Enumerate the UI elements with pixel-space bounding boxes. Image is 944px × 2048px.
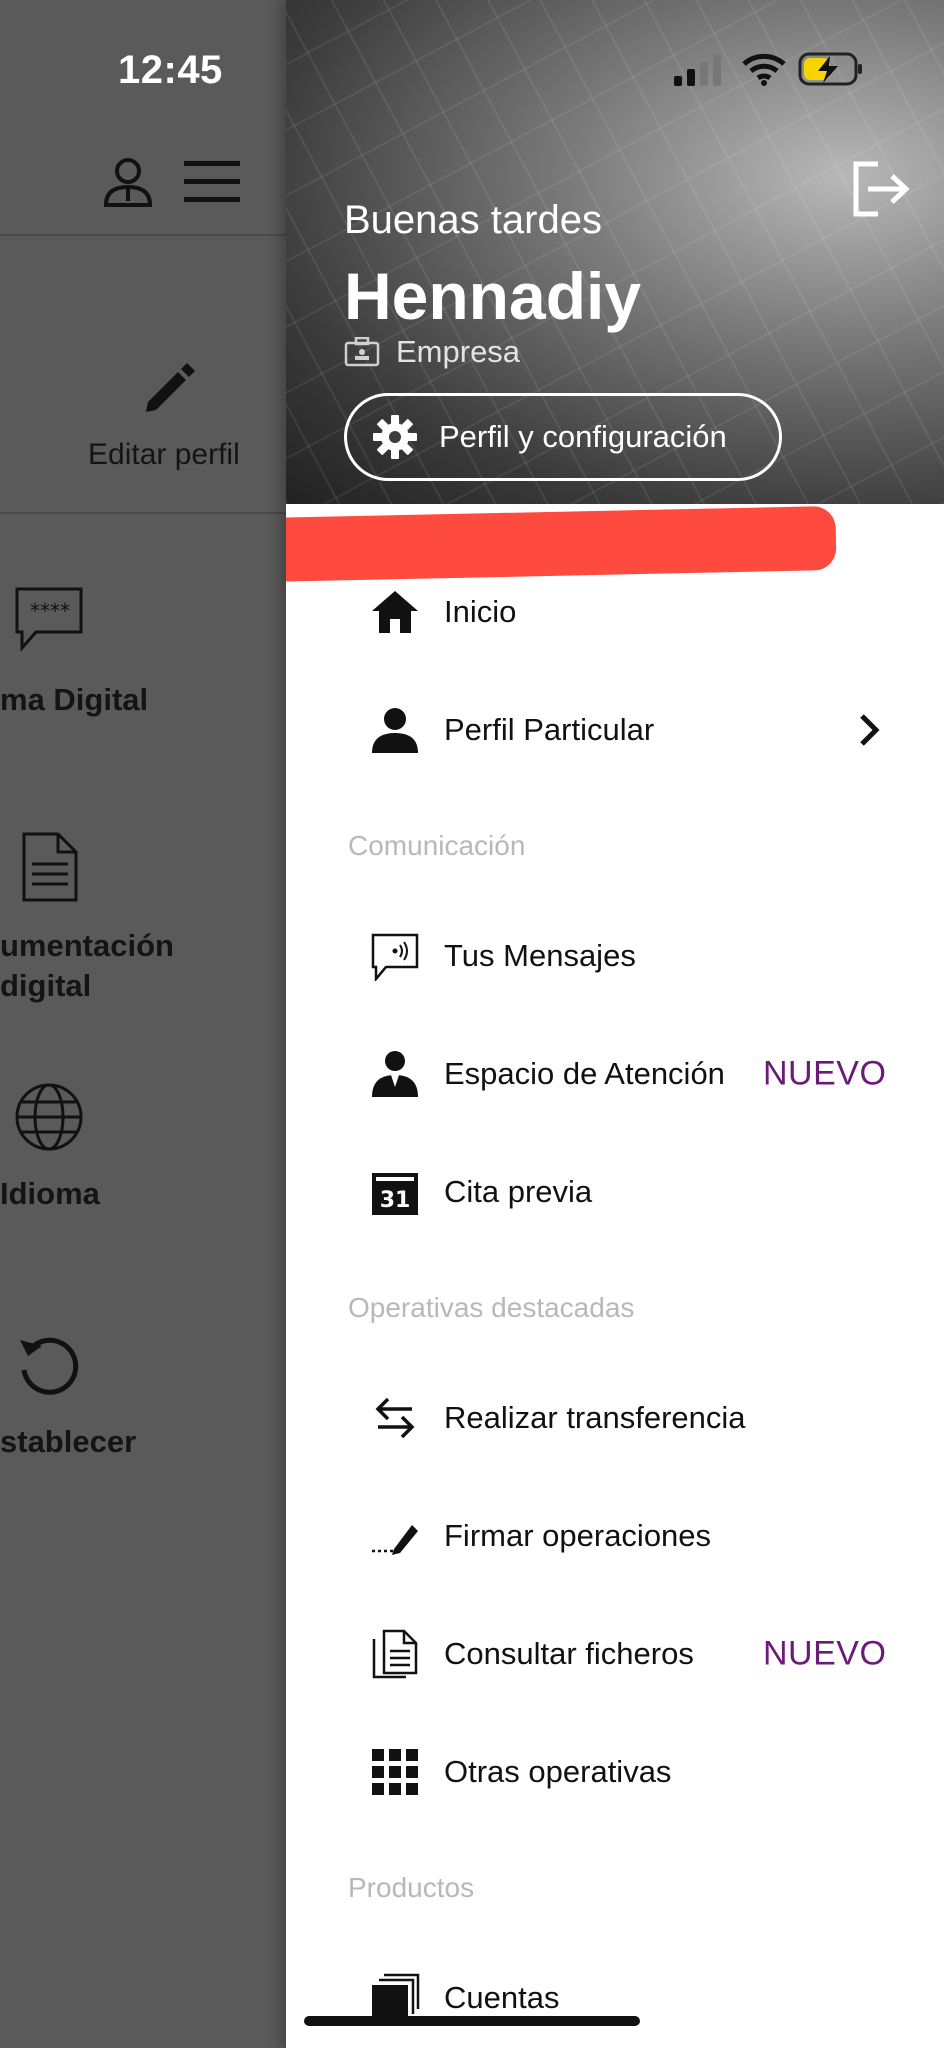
wifi-icon xyxy=(742,53,786,86)
menu-item-espacio-atencion[interactable]: Espacio de Atención NUEVO xyxy=(286,1026,944,1122)
gear-icon xyxy=(373,415,417,459)
files-icon xyxy=(372,1629,418,1679)
menu-label-otras-operativas: Otras operativas xyxy=(444,1754,672,1789)
menu-label-tus-mensajes: Tus Mensajes xyxy=(444,938,636,973)
transfer-arrows-icon xyxy=(375,1397,415,1439)
edit-profile-label: Editar perfil xyxy=(88,438,240,471)
profile-settings-button[interactable]: Perfil y configuración xyxy=(344,393,782,481)
menu-item-otras-operativas[interactable]: Otras operativas xyxy=(286,1724,944,1820)
section-title-operativas: Operativas destacadas xyxy=(348,1292,635,1323)
grid-icon xyxy=(372,1749,418,1795)
background-item-documentation-line2: digital xyxy=(0,968,92,1003)
signature-pen-icon xyxy=(372,1525,418,1555)
new-badge: NUEVO xyxy=(763,1634,887,1673)
menu-label-consultar-ficheros: Consultar ficheros xyxy=(444,1636,694,1671)
background-item-documentation-line1: umentación xyxy=(0,928,174,963)
background-item-reset: stablecer xyxy=(0,1424,137,1459)
menu-item-tus-mensajes[interactable]: Tus Mensajes xyxy=(286,908,944,1004)
reset-icon xyxy=(20,1337,79,1395)
menu-item-firmar-operaciones[interactable]: Firmar operaciones xyxy=(286,1488,944,1584)
pencil-icon xyxy=(146,363,195,412)
status-time: 12:45 xyxy=(118,48,223,92)
home-icon xyxy=(372,591,418,633)
battery-charging-icon xyxy=(798,52,862,86)
message-icon xyxy=(371,933,419,981)
menu-label-inicio: Inicio xyxy=(444,594,517,629)
section-title-comunicacion: Comunicación xyxy=(348,830,526,861)
menu-label-perfil-particular: Perfil Particular xyxy=(444,712,655,747)
new-badge: NUEVO xyxy=(763,1054,887,1093)
agent-person-icon xyxy=(372,1051,418,1097)
company-label: Empresa xyxy=(396,334,521,369)
menu-item-perfil-particular[interactable]: Perfil Particular xyxy=(286,682,944,778)
status-bar xyxy=(286,0,944,130)
menu-item-consultar-ficheros[interactable]: Consultar ficheros NUEVO xyxy=(286,1606,944,1702)
chevron-right-icon xyxy=(860,714,880,746)
menu-label-realizar-transferencia: Realizar transferencia xyxy=(444,1400,746,1435)
menu-label-espacio-atencion: Espacio de Atención xyxy=(444,1056,725,1091)
calendar-icon: 31 xyxy=(372,1173,418,1215)
chat-password-icon: **** xyxy=(15,587,83,652)
menu-item-cuentas[interactable]: Cuentas xyxy=(286,1950,944,2046)
person-icon xyxy=(372,708,418,753)
profile-settings-label: Perfil y configuración xyxy=(439,419,727,454)
briefcase-icon xyxy=(344,337,380,367)
menu-item-cita-previa[interactable]: 31 Cita previa xyxy=(286,1144,944,1240)
background-item-digital-signature: ma Digital xyxy=(0,682,149,717)
divider xyxy=(0,234,288,236)
agent-icon xyxy=(103,158,153,207)
background-app-panel: 12:45 Editar perfil **** ma Digital umen… xyxy=(0,0,288,2048)
menu-label-firmar-operaciones: Firmar operaciones xyxy=(444,1518,712,1553)
side-drawer: Buenas tardes Hennadiy Empresa Perfil y … xyxy=(286,0,944,2048)
background-top-bar xyxy=(98,155,248,215)
cellular-signal-icon xyxy=(674,54,721,86)
user-name: Hennadiy xyxy=(344,259,642,333)
svg-text:****: **** xyxy=(30,599,70,623)
greeting: Buenas tardes xyxy=(344,198,602,242)
background-item-language: Idioma xyxy=(0,1176,100,1211)
menu-item-realizar-transferencia[interactable]: Realizar transferencia xyxy=(286,1370,944,1466)
menu-item-inicio[interactable]: Inicio xyxy=(286,564,944,660)
menu-icon xyxy=(184,161,240,202)
drawer-header: Buenas tardes Hennadiy Empresa Perfil y … xyxy=(286,0,944,504)
globe-icon xyxy=(15,1083,83,1151)
menu-label-cuentas: Cuentas xyxy=(444,1980,560,2015)
menu-label-cita-previa: Cita previa xyxy=(444,1174,593,1209)
document-icon xyxy=(22,832,78,902)
home-indicator[interactable] xyxy=(304,2016,640,2026)
company-row: Empresa xyxy=(344,334,520,370)
logout-icon[interactable] xyxy=(852,160,910,218)
section-title-productos: Productos xyxy=(348,1872,475,1903)
divider xyxy=(0,512,288,514)
calendar-day: 31 xyxy=(380,1188,411,1213)
